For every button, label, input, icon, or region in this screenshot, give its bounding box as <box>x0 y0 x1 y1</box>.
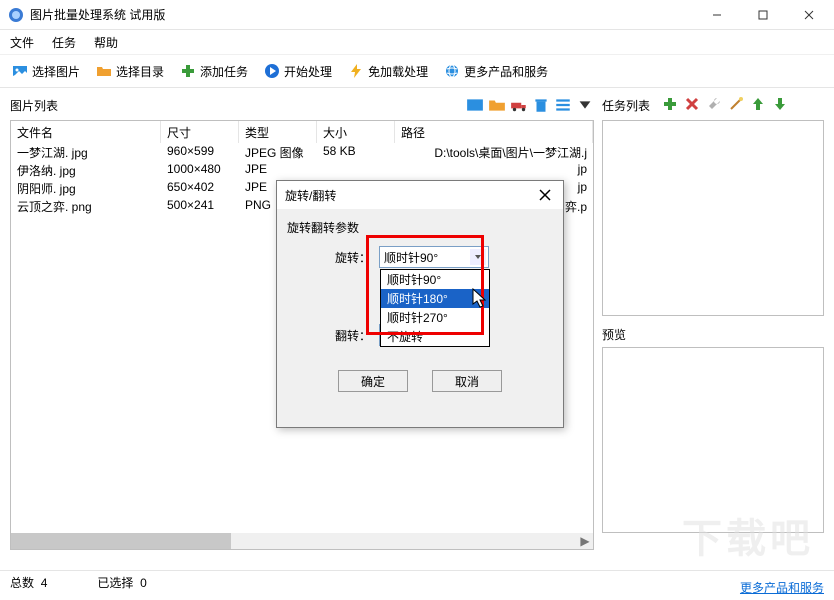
thumbnail-view-icon[interactable] <box>466 96 484 114</box>
lightning-icon <box>348 63 364 79</box>
select-image-button[interactable]: 选择图片 <box>6 60 86 83</box>
col-path[interactable]: 路径 <box>395 121 593 143</box>
status-selected: 已选择 0 <box>97 574 146 591</box>
table-row[interactable]: 一梦江湖. jpg960×599JPEG 图像58 KBD:\tools\桌面\… <box>11 143 593 161</box>
col-type[interactable]: 类型 <box>239 121 317 143</box>
folder-mini-icon[interactable] <box>488 96 506 114</box>
start-label: 开始处理 <box>284 63 332 80</box>
rotate-select-value: 顺时针90° <box>384 249 438 266</box>
scroll-right-arrow[interactable]: ▶ <box>577 533 593 549</box>
status-bar: 总数 4 已选择 0 <box>0 570 834 594</box>
rotate-option[interactable]: 不旋转 <box>381 327 489 346</box>
globe-icon <box>444 63 460 79</box>
add-task-button[interactable]: 添加任务 <box>174 60 254 83</box>
col-dimension[interactable]: 尺寸 <box>161 121 239 143</box>
col-size[interactable]: 大小 <box>317 121 395 143</box>
select-dir-button[interactable]: 选择目录 <box>90 60 170 83</box>
app-icon <box>8 7 24 23</box>
cancel-button[interactable]: 取消 <box>432 370 502 392</box>
task-list-title: 任务列表 <box>602 97 662 114</box>
task-toolbar <box>662 96 788 115</box>
rotate-dropdown: 顺时针90°顺时针180°顺时针270°不旋转 <box>380 269 490 347</box>
task-wand-icon[interactable] <box>728 96 744 115</box>
task-add-icon[interactable] <box>662 96 678 115</box>
close-button[interactable] <box>786 0 832 30</box>
rotate-flip-dialog: 旋转/翻转 旋转翻转参数 旋转： 顺时针90° 顺时针90°顺时针180°顺时针… <box>276 180 564 428</box>
horizontal-scrollbar[interactable]: ▶ <box>11 533 593 549</box>
table-header: 文件名 尺寸 类型 大小 路径 <box>11 121 593 143</box>
ok-button[interactable]: 确定 <box>338 370 408 392</box>
menu-task[interactable]: 任务 <box>52 34 76 51</box>
dialog-close-icon[interactable] <box>535 185 555 205</box>
col-filename[interactable]: 文件名 <box>11 121 161 143</box>
more-products-label: 更多产品和服务 <box>464 63 548 80</box>
plus-icon <box>180 63 196 79</box>
right-panel: 任务列表 预览 <box>598 88 834 570</box>
start-button[interactable]: 开始处理 <box>258 60 338 83</box>
select-dir-label: 选择目录 <box>116 63 164 80</box>
maximize-button[interactable] <box>740 0 786 30</box>
no-load-button[interactable]: 免加载处理 <box>342 60 434 83</box>
task-wrench-icon[interactable] <box>706 96 722 115</box>
dropdown-arrow-icon[interactable] <box>576 96 594 114</box>
select-image-label: 选择图片 <box>32 63 80 80</box>
task-moveup-icon[interactable] <box>750 96 766 115</box>
main-toolbar: 选择图片 选择目录 添加任务 开始处理 免加载处理 更多产品和服务 <box>0 54 834 88</box>
footer-more-link[interactable]: 更多产品和服务 <box>740 579 824 596</box>
watermark: 下载吧 <box>682 506 814 564</box>
dialog-group-title: 旋转翻转参数 <box>287 219 553 236</box>
folder-icon <box>96 63 112 79</box>
truck-icon[interactable] <box>510 96 528 114</box>
minimize-button[interactable] <box>694 0 740 30</box>
task-list-box[interactable] <box>602 120 824 316</box>
trash-icon[interactable] <box>532 96 550 114</box>
list-mini-toolbar <box>466 96 594 114</box>
task-delete-icon[interactable] <box>684 96 700 115</box>
more-products-button[interactable]: 更多产品和服务 <box>438 60 554 83</box>
rotate-option[interactable]: 顺时针90° <box>381 270 489 289</box>
flip-label: 翻转： <box>311 327 371 344</box>
dialog-titlebar[interactable]: 旋转/翻转 <box>277 181 563 209</box>
no-load-label: 免加载处理 <box>368 63 428 80</box>
menu-help[interactable]: 帮助 <box>94 34 118 51</box>
play-icon <box>264 63 280 79</box>
task-movedown-icon[interactable] <box>772 96 788 115</box>
rotate-option[interactable]: 顺时针180° <box>381 289 489 308</box>
rotate-select[interactable]: 顺时针90° 顺时针90°顺时针180°顺时针270°不旋转 <box>379 246 489 268</box>
scrollbar-thumb[interactable] <box>11 533 231 549</box>
dialog-title: 旋转/翻转 <box>285 187 535 204</box>
image-icon <box>12 63 28 79</box>
list-view-icon[interactable] <box>554 96 572 114</box>
add-task-label: 添加任务 <box>200 63 248 80</box>
window-title: 图片批量处理系统 试用版 <box>30 6 694 23</box>
chevron-down-icon[interactable] <box>470 249 486 265</box>
preview-title: 预览 <box>602 326 824 343</box>
rotate-option[interactable]: 顺时针270° <box>381 308 489 327</box>
window-titlebar: 图片批量处理系统 试用版 <box>0 0 834 30</box>
rotate-label: 旋转： <box>311 249 371 266</box>
table-row[interactable]: 伊洛纳. jpg1000×480JPEjp <box>11 161 593 179</box>
menu-file[interactable]: 文件 <box>10 34 34 51</box>
image-list-title: 图片列表 <box>10 97 466 114</box>
menubar: 文件 任务 帮助 <box>0 30 834 54</box>
status-total: 总数 4 <box>10 574 47 591</box>
